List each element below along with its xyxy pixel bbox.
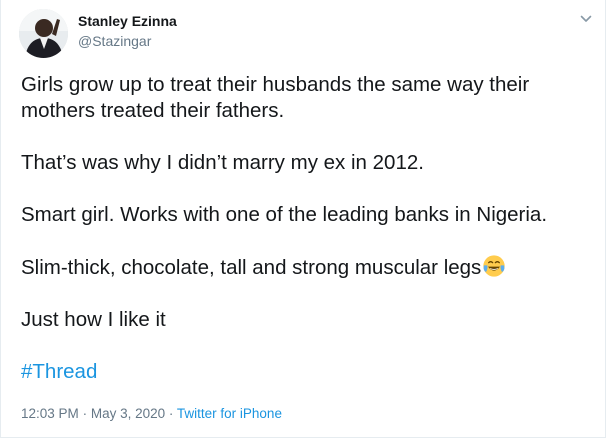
tweet-card: Stanley Ezinna @Stazingar Girls grow up … xyxy=(0,0,606,438)
hashtag-link: #Thread xyxy=(21,359,581,385)
profile-photo-icon xyxy=(19,9,68,58)
meta-separator: · xyxy=(82,406,88,421)
face-with-tears-of-joy-icon xyxy=(483,255,505,277)
tweet-paragraph: That’s was why I didn’t marry my ex in 2… xyxy=(21,151,424,174)
tweet-paragraph-with-emoji: Slim-thick, chocolate, tall and strong m… xyxy=(21,254,581,281)
author-name[interactable]: Stanley Ezinna xyxy=(78,13,177,29)
chevron-down-icon[interactable] xyxy=(579,12,593,26)
tweet-meta: 12:03 PM · May 3, 2020 · Twitter for iPh… xyxy=(21,406,282,421)
tweet-text: Girls grow up to treat their husbands th… xyxy=(21,72,581,385)
meta-separator: · xyxy=(168,406,174,421)
author-handle[interactable]: @Stazingar xyxy=(78,33,151,49)
tweet-paragraph: Girls grow up to treat their husbands th… xyxy=(21,73,530,122)
tweet-date[interactable]: May 3, 2020 xyxy=(91,406,165,421)
tweet-paragraph: Smart girl. Works with one of the leadin… xyxy=(21,203,548,226)
tweet-source[interactable]: Twitter for iPhone xyxy=(177,406,282,421)
avatar[interactable] xyxy=(19,9,68,58)
tweet-paragraph: Just how I like it xyxy=(21,308,166,331)
hashtag-thread[interactable]: #Thread xyxy=(21,360,97,383)
tweet-time[interactable]: 12:03 PM xyxy=(21,406,79,421)
tweet-paragraph: Slim-thick, chocolate, tall and strong m… xyxy=(21,256,482,279)
